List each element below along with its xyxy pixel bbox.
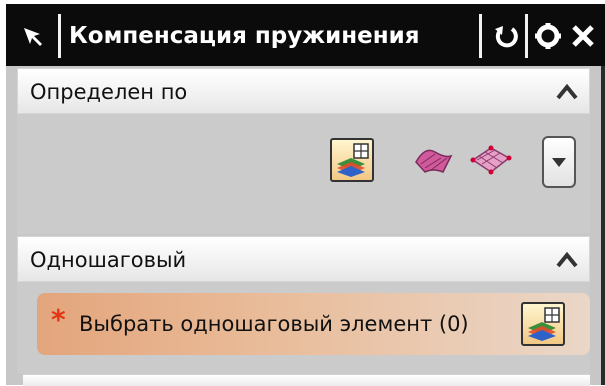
mesh-surface-icon[interactable] [469, 142, 513, 178]
dialog-titlebar[interactable]: Компенсация пружинения [6, 4, 605, 66]
chevron-down-icon [552, 158, 566, 167]
collapse-chevron-up-icon[interactable] [549, 75, 585, 109]
group-header-single-step[interactable]: Одношаговый [17, 236, 590, 282]
group-title: Определен по [30, 80, 188, 104]
next-group-header-partial [23, 374, 590, 386]
options-dropdown-button[interactable] [542, 136, 576, 188]
surface-wave-icon[interactable] [413, 142, 453, 178]
reset-icon[interactable] [489, 18, 523, 54]
gear-icon[interactable] [531, 18, 565, 54]
group-title: Одношаговый [30, 248, 187, 272]
spring-compensation-dialog: Компенсация пружинения Определен по Одно… [0, 0, 605, 386]
titlebar-separator [58, 14, 61, 58]
group-header-defined-by[interactable]: Определен по [17, 68, 590, 114]
select-single-step-feature-row[interactable]: * Выбрать одношаговый элемент (0) [37, 293, 590, 355]
pin-arrow-icon[interactable] [14, 20, 52, 54]
titlebar-separator [479, 14, 482, 58]
titlebar-separator [525, 14, 528, 58]
dialog-title: Компенсация пружинения [69, 23, 420, 49]
close-icon[interactable] [566, 18, 600, 54]
select-single-step-label: Выбрать одношаговый элемент (0) [79, 312, 469, 336]
collapse-chevron-up-icon[interactable] [549, 243, 585, 277]
layered-body-icon[interactable] [330, 138, 374, 182]
required-marker: * [51, 303, 66, 336]
defined-by-options [17, 114, 590, 234]
layered-body-icon[interactable] [521, 302, 565, 346]
